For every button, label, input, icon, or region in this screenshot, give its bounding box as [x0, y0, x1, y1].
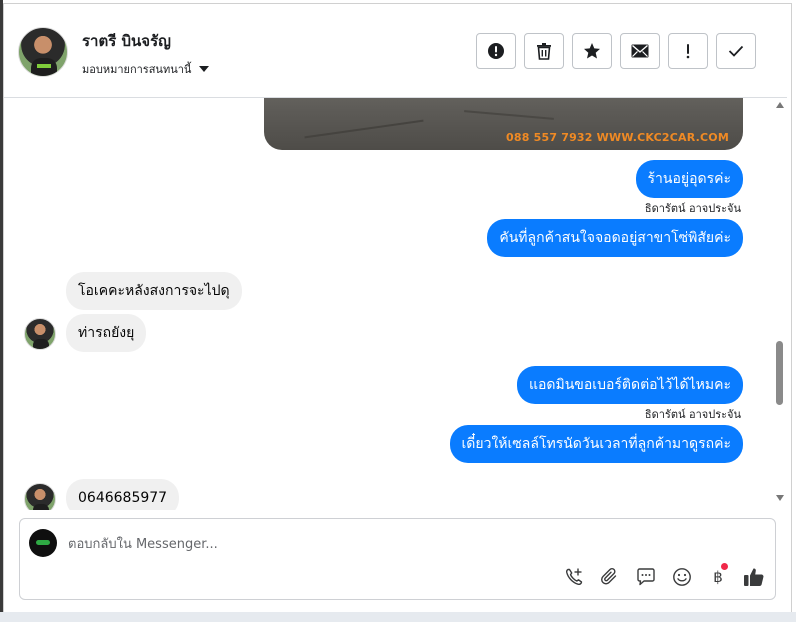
sender-name: ธิดารัตน์ อาจประจัน: [644, 408, 741, 421]
reply-input[interactable]: [68, 533, 668, 555]
saved-replies-button[interactable]: [635, 566, 657, 588]
baht-icon: ฿: [713, 568, 723, 586]
envelope-icon: [631, 44, 649, 58]
done-button[interactable]: [716, 33, 756, 69]
payment-button[interactable]: ฿: [707, 563, 729, 588]
star-icon: [584, 43, 600, 59]
follow-up-button[interactable]: [668, 33, 708, 69]
header-actions: [476, 33, 756, 69]
message-bubble[interactable]: คันที่ลูกค้าสนใจจอดอยู่สาขาโซ่พิสัยค่ะ: [487, 219, 743, 257]
page-logo: [29, 529, 57, 557]
phone-plus-icon: [566, 568, 583, 586]
mark-unread-button[interactable]: [620, 33, 660, 69]
notification-dot: [721, 563, 728, 570]
scroll-up-arrow-icon[interactable]: [776, 102, 784, 108]
conversation-header: ราตรี บินจรัญ มอบหมายการสนทนานี้: [4, 4, 787, 98]
paperclip-icon: [601, 567, 617, 585]
like-button[interactable]: [743, 566, 765, 588]
shared-photo[interactable]: 088 557 7932 WWW.CKC2CAR.COM: [264, 98, 743, 150]
window-bottom-edge: [0, 612, 796, 622]
message-bubble[interactable]: แอดมินขอเบอร์ติดต่อไว้ได้ไหมคะ: [516, 366, 743, 404]
contact-avatar[interactable]: [18, 27, 68, 77]
message-bubble[interactable]: เดี๋ยวให้เซลล์โทรนัดวันเวลาที่ลูกค้ามาดู…: [449, 425, 743, 463]
star-button[interactable]: [572, 33, 612, 69]
message-bubble[interactable]: โอเคคะหลังสงการจะไปดุ: [66, 272, 242, 310]
caret-down-icon: [199, 66, 210, 72]
delete-button[interactable]: [524, 33, 564, 69]
emoji-icon: [673, 568, 691, 586]
spam-button[interactable]: [476, 33, 516, 69]
composer-tools: ฿: [563, 563, 765, 588]
message-bubble[interactable]: 0646685977: [66, 479, 180, 510]
chat-bubble-icon: [637, 568, 655, 586]
message-thread[interactable]: 088 557 7932 WWW.CKC2CAR.COM ร้านอยู่อุด…: [4, 98, 773, 510]
attach-button[interactable]: [599, 566, 621, 588]
thumbs-up-icon: [744, 568, 764, 586]
message-bubble[interactable]: ร้านอยู่อุดรค่ะ: [635, 160, 743, 198]
emoji-button[interactable]: [671, 566, 693, 588]
trash-icon: [537, 43, 551, 60]
photo-watermark: 088 557 7932 WWW.CKC2CAR.COM: [506, 131, 729, 144]
exclamation-icon: [686, 44, 690, 59]
call-button[interactable]: [563, 566, 585, 588]
scroll-down-arrow-icon[interactable]: [776, 495, 784, 501]
check-icon: [728, 45, 744, 57]
scroll-thumb[interactable]: [776, 341, 783, 405]
reply-composer: ฿: [19, 518, 776, 600]
contact-name[interactable]: ราตรี บินจรัญ: [82, 29, 171, 53]
alert-circle-icon: [488, 43, 504, 59]
assign-label: มอบหมายการสนทนานี้: [82, 63, 192, 76]
assign-conversation-dropdown[interactable]: มอบหมายการสนทนานี้: [82, 60, 210, 78]
thread-scrollbar[interactable]: [773, 98, 787, 510]
contact-avatar-small: [24, 483, 56, 510]
contact-avatar-small: [24, 318, 56, 350]
sender-name: ธิดารัตน์ อาจประจัน: [644, 202, 741, 215]
message-bubble[interactable]: ท่ารถยังยุ: [66, 314, 147, 352]
